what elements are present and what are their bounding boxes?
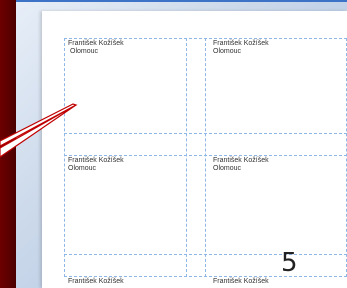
label-guide-row2-top [64, 155, 347, 156]
label-4-city: Olomouc [213, 165, 242, 172]
label-5-name: František Kožíšek [68, 278, 124, 285]
label-guide-col2-left [205, 38, 206, 277]
label-2-name: František Kožíšek [213, 40, 269, 47]
label-guide-top [64, 38, 347, 39]
label-2[interactable]: František Kožíšek Olomouc [213, 40, 269, 56]
label-guide-left [64, 38, 65, 277]
label-guide-col1-right [186, 38, 187, 277]
label-guide-row1-bottom [64, 133, 347, 134]
window-edge-left [0, 0, 16, 288]
label-2-city: Olomouc [213, 48, 242, 55]
callout-number: 5 [281, 248, 298, 278]
label-4[interactable]: František Kožíšek Olomouc [213, 157, 269, 173]
label-6-name: František Kožíšek [213, 278, 269, 285]
label-guide-row2-bottom [64, 254, 347, 255]
label-3[interactable]: František Kožíšek Olomouc [68, 157, 124, 173]
label-1[interactable]: František Kožíšek Olomouc [68, 40, 124, 56]
label-4-name: František Kožíšek [213, 157, 269, 164]
top-border-line [16, 0, 347, 2]
label-3-city: Olomouc [68, 165, 97, 172]
label-guide-row3-top [64, 276, 347, 277]
label-1-city: Olomouc [70, 48, 99, 55]
label-1-name: František Kožíšek [68, 40, 124, 47]
label-3-name: František Kožíšek [68, 157, 124, 164]
label-6[interactable]: František Kožíšek [213, 278, 269, 286]
label-5[interactable]: František Kožíšek [68, 278, 124, 286]
